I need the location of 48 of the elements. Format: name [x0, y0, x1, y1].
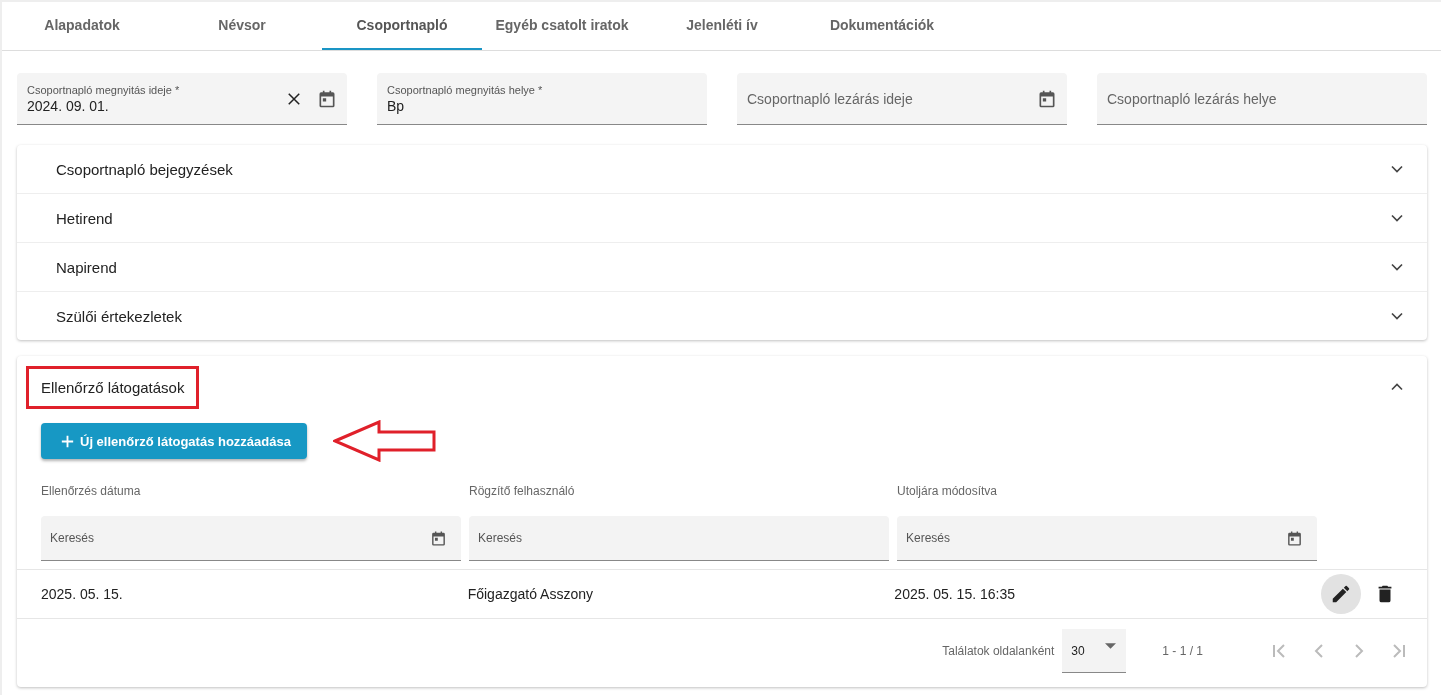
calendar-icon[interactable] — [1037, 88, 1057, 109]
tab[interactable]: Dokumentációk — [802, 2, 962, 50]
column-header: Utoljára módosítva — [897, 484, 999, 498]
panel-header[interactable]: Csoportnapló bejegyzések — [17, 145, 1427, 194]
page-size-label: Találatok oldalanként — [942, 644, 1055, 658]
field-label: Csoportnapló megnyitás ideje * — [27, 83, 181, 96]
search-field[interactable]: Keresés — [41, 516, 461, 561]
panel-title: Napirend — [55, 257, 118, 278]
field-label: Csoportnapló megnyitás helye * — [387, 83, 544, 96]
panel-header[interactable]: Szülői értekezletek — [17, 292, 1427, 340]
panel-title: Ellenőrző látogatások — [26, 365, 200, 409]
calendar-icon[interactable] — [317, 88, 337, 109]
panel-title: Hetirend — [55, 208, 114, 229]
panel-header[interactable]: Ellenőrző látogatások — [17, 356, 1427, 418]
calendar-icon[interactable] — [430, 529, 447, 547]
pencil-icon — [1330, 583, 1352, 605]
field-placeholder: Csoportnapló lezárás helye — [1107, 90, 1278, 107]
field-placeholder: Csoportnapló lezárás ideje — [747, 90, 914, 107]
tab[interactable]: Egyéb csatolt iratok — [482, 2, 642, 50]
field-placeholder: Keresés — [478, 531, 523, 545]
panel-header[interactable]: Hetirend — [17, 194, 1427, 243]
caret-icon — [1105, 642, 1117, 649]
page-size-select[interactable]: 30 — [1062, 629, 1127, 673]
panel-header[interactable]: Napirend — [17, 243, 1427, 292]
input-field[interactable]: Csoportnapló lezárás helye — [1097, 73, 1427, 125]
field-placeholder: Keresés — [50, 531, 95, 545]
tab[interactable]: Jelenléti ív — [642, 2, 802, 50]
table-cell-text: 2025. 05. 15. — [41, 586, 124, 602]
edit-button[interactable] — [1321, 574, 1361, 614]
tab[interactable]: Csoportnapló — [322, 2, 482, 50]
page-range: 1 - 1 / 1 — [1162, 644, 1203, 658]
tab[interactable]: Névsor — [162, 2, 322, 50]
column-header: Rögzítő felhasználó — [469, 484, 576, 498]
tab[interactable]: Alapadatok — [2, 2, 162, 50]
input-field[interactable]: Csoportnapló megnyitás ideje * 2024. 09. 01. — [17, 73, 347, 125]
column-header: Ellenőrzés dátuma — [41, 484, 142, 498]
field-value: 2024. 09. 01. — [27, 97, 110, 114]
search-field[interactable]: Keresés — [469, 516, 889, 561]
panel-title: Csoportnapló bejegyzések — [55, 159, 234, 180]
panel-title: Szülői értekezletek — [55, 306, 183, 327]
search-field[interactable]: Keresés — [897, 516, 1317, 561]
table-cell-text: Főigazgató Asszony — [467, 586, 594, 602]
field-value: Bp — [387, 97, 406, 114]
calendar-icon[interactable] — [1286, 529, 1303, 547]
field-placeholder: Keresés — [906, 531, 951, 545]
input-field[interactable]: Csoportnapló lezárás ideje — [737, 73, 1067, 125]
input-field[interactable]: Csoportnapló megnyitás helye * Bp — [377, 73, 707, 125]
table-cell-text: 2025. 05. 15. 16:35 — [894, 586, 1016, 602]
